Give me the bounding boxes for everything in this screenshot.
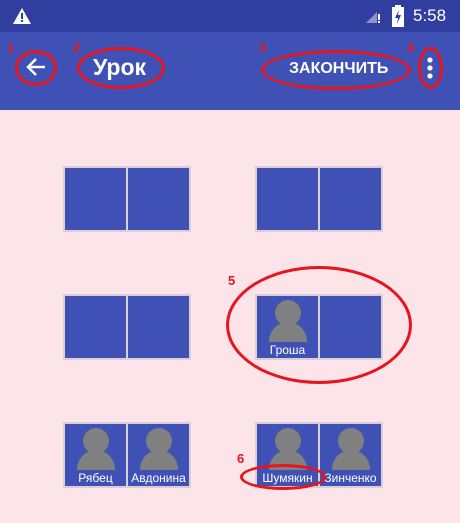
annotation-number: 5 [228,273,236,288]
battery-charging-icon [392,5,404,27]
seat-empty[interactable] [257,168,318,230]
annotation-ring [418,47,443,89]
avatar-icon-body [332,450,370,470]
annotation-ring [261,50,411,90]
clock: 5:58 [413,6,447,25]
seat-empty[interactable] [320,168,381,230]
student-name: Зинченко [324,471,377,485]
desk [63,166,191,232]
avatar-icon-body [77,450,115,470]
seat-empty[interactable] [128,168,189,230]
annotation-ring [15,50,57,86]
seat-occupied[interactable]: Авдонина [128,424,189,486]
annotation-number: 4 [407,40,415,55]
seat-occupied[interactable]: Рябец [65,424,126,486]
student-name: Авдонина [131,471,186,485]
desk [255,166,383,232]
annotation-number: 1 [7,40,15,55]
seat-empty[interactable] [128,296,189,358]
status-bar: 5:58 [0,0,460,32]
annotation-ring [226,266,412,384]
annotation-number: 3 [259,40,267,55]
avatar-icon-body [140,450,178,470]
annotation-ring [240,464,326,490]
annotation-number: 2 [73,40,81,55]
desk: Рябец Авдонина [63,422,191,488]
student-name: Рябец [78,471,113,485]
seat-empty[interactable] [65,296,126,358]
seat-empty[interactable] [65,168,126,230]
annotation-ring [77,47,165,89]
signal-icon [366,12,380,23]
annotation-number: 6 [237,451,245,466]
warning-icon [13,8,31,24]
desk [63,294,191,360]
seat-occupied[interactable]: Зинченко [320,424,381,486]
